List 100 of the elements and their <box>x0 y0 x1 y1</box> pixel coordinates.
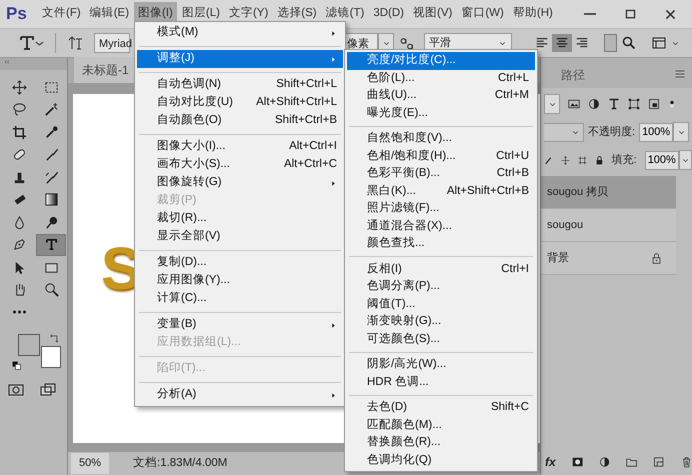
document-info: 文档:1.83M/4.00M <box>133 456 228 471</box>
menu-item[interactable]: 阈值(T)... <box>347 296 535 313</box>
menu-item[interactable]: 计算(C)... <box>137 290 343 308</box>
menu-item[interactable]: 可选颜色(S)... <box>347 330 535 348</box>
menu-item[interactable]: 自然饱和度(V)... <box>347 130 535 148</box>
menu-item[interactable]: 画布大小(S)... Alt+Ctrl+C <box>137 156 343 174</box>
shortcut-text: Shift+Ctrl+B <box>275 113 337 128</box>
menu-item[interactable]: 模式(M) <box>137 24 343 42</box>
pen-icon <box>12 237 26 252</box>
transform-icon[interactable] <box>628 98 640 110</box>
shortcut-text: Ctrl+L <box>498 70 529 86</box>
marquee-icon <box>44 80 58 95</box>
lock-icon <box>651 252 662 264</box>
menu-icon[interactable] <box>674 68 686 80</box>
menu-item[interactable]: 帮助(H) <box>508 2 557 26</box>
menu-item[interactable]: 变量(B) <box>137 316 343 334</box>
image-icon[interactable] <box>568 98 580 110</box>
menu-item[interactable]: 调整(J) <box>137 50 343 68</box>
screen-mode-icon[interactable] <box>40 382 56 398</box>
artboard-icon[interactable] <box>578 154 587 166</box>
menu-item[interactable]: 窗口(W) <box>457 2 508 26</box>
document-tab[interactable]: 未标题-1 <box>74 57 137 83</box>
menu-item[interactable]: 自动色调(N) Shift+Ctrl+L <box>137 76 343 94</box>
menu-item[interactable]: 替换颜色(R)... <box>347 434 535 452</box>
menu-item[interactable]: 应用图像(Y)... <box>137 272 343 290</box>
menu-item[interactable]: 曝光度(E)... <box>347 104 535 122</box>
menu-item[interactable]: 色相/饱和度(H)... Ctrl+U <box>347 148 535 165</box>
menu-item[interactable]: 复制(D)... <box>137 254 343 272</box>
shortcut-text: Ctrl+M <box>494 88 529 104</box>
half-circle-icon[interactable] <box>588 98 600 110</box>
opacity-field[interactable]: 100% <box>639 122 674 142</box>
move-icon[interactable] <box>560 154 570 166</box>
caret-icon <box>35 40 44 46</box>
align-center-icon <box>555 36 569 50</box>
brush-icon[interactable] <box>544 154 553 166</box>
smart-object-icon[interactable] <box>648 98 660 110</box>
menu-item[interactable]: 裁切(R)... <box>137 210 343 228</box>
menu-item[interactable]: 滤镜(T) <box>322 2 368 26</box>
fx-button[interactable]: fx <box>545 453 556 471</box>
menu-item[interactable]: 图像大小(I)... Alt+Ctrl+I <box>137 138 343 156</box>
swap-icon[interactable] <box>50 334 60 344</box>
align-center-button[interactable] <box>552 34 572 52</box>
zoom-icon <box>44 282 58 298</box>
menu-item[interactable]: 反相(I) Ctrl+I <box>347 260 535 278</box>
fill-field[interactable]: 100% <box>644 150 679 170</box>
menu-item[interactable]: 色彩平衡(B)... Ctrl+B <box>347 165 535 182</box>
menu-item[interactable]: 色调分离(P)... <box>347 278 535 296</box>
submenu-arrow-icon <box>330 180 337 186</box>
menu-item[interactable]: 颜色查找... <box>347 235 535 252</box>
align-left-icon <box>535 36 549 50</box>
menu-item[interactable]: 通道混合器(X)... <box>347 218 535 235</box>
mask-icon[interactable] <box>572 456 583 468</box>
menu-item[interactable]: HDR 色调... <box>347 374 535 391</box>
half-circle-icon[interactable] <box>598 456 610 468</box>
menu-item[interactable]: 编辑(E) <box>86 2 134 26</box>
menu-item[interactable]: 黑白(K)... Alt+Shift+Ctrl+B <box>347 182 535 200</box>
menu-item[interactable]: 文件(F) <box>38 2 85 26</box>
new-layer-icon[interactable] <box>653 456 665 468</box>
folder-icon[interactable] <box>626 456 638 468</box>
layer-row[interactable]: sougou <box>541 209 676 242</box>
menu-item[interactable]: 匹配颜色(M)... <box>347 416 535 434</box>
layer-row[interactable]: 背景 <box>541 242 676 275</box>
shortcut-text: Ctrl+B <box>496 166 529 182</box>
menu-item[interactable]: 照片滤镜(F)... <box>347 200 535 218</box>
menu-item[interactable]: 自动颜色(O) Shift+Ctrl+B <box>137 112 343 130</box>
menu-item[interactable]: 自动对比度(U) Alt+Shift+Ctrl+L <box>137 94 343 112</box>
menu-item[interactable]: 渐变映射(G)... <box>347 313 535 330</box>
menu-item[interactable]: 图像旋转(G) <box>137 174 343 192</box>
t-icon[interactable] <box>608 98 620 110</box>
shortcut-text: Ctrl+U <box>496 148 529 164</box>
menu-item[interactable]: 亮度/对比度(C)... <box>347 52 535 70</box>
lollipop-icon <box>44 214 58 230</box>
font-field[interactable]: Myriad <box>94 33 130 53</box>
shortcut-text: Alt+Shift+Ctrl+B <box>446 184 529 199</box>
menu-item[interactable]: 去色(D) Shift+C <box>347 399 535 416</box>
menu-item[interactable]: 3D(D) <box>369 2 408 26</box>
panel-toggle-icon[interactable] <box>651 35 667 51</box>
eyedropper-icon <box>44 124 58 140</box>
menu-item[interactable]: 显示全部(V) <box>137 228 343 246</box>
type-tool[interactable] <box>36 234 66 256</box>
menu-item[interactable]: 分析(A) <box>137 386 343 404</box>
shortcut-text: Shift+C <box>490 400 529 416</box>
trash-icon[interactable] <box>680 456 692 468</box>
foreground-color-swatch[interactable] <box>18 334 40 356</box>
default-colors-icon[interactable] <box>12 360 21 370</box>
shortcut-text: Alt+Shift+Ctrl+L <box>256 95 337 110</box>
dots-icon <box>12 310 26 314</box>
menu-item[interactable]: 视图(V) <box>409 2 456 26</box>
menu-item[interactable]: 色阶(L)... Ctrl+L <box>347 70 535 87</box>
text-color-swatch[interactable] <box>604 34 617 52</box>
menu-item[interactable]: 色调均化(Q) <box>347 452 535 469</box>
opacity-label: 不透明度: <box>588 124 636 140</box>
layer-row[interactable]: sougou 拷贝 <box>541 176 676 209</box>
menu-item[interactable]: 曲线(U)... Ctrl+M <box>347 87 535 104</box>
menu-item[interactable]: 阴影/高光(W)... <box>347 356 535 374</box>
quick-mask-icon[interactable] <box>8 382 24 398</box>
zoom-field[interactable]: 50% <box>71 453 109 474</box>
shortcut-text: Shift+Ctrl+L <box>276 77 337 92</box>
lock-icon[interactable] <box>594 154 604 166</box>
background-color-swatch[interactable] <box>41 346 61 368</box>
